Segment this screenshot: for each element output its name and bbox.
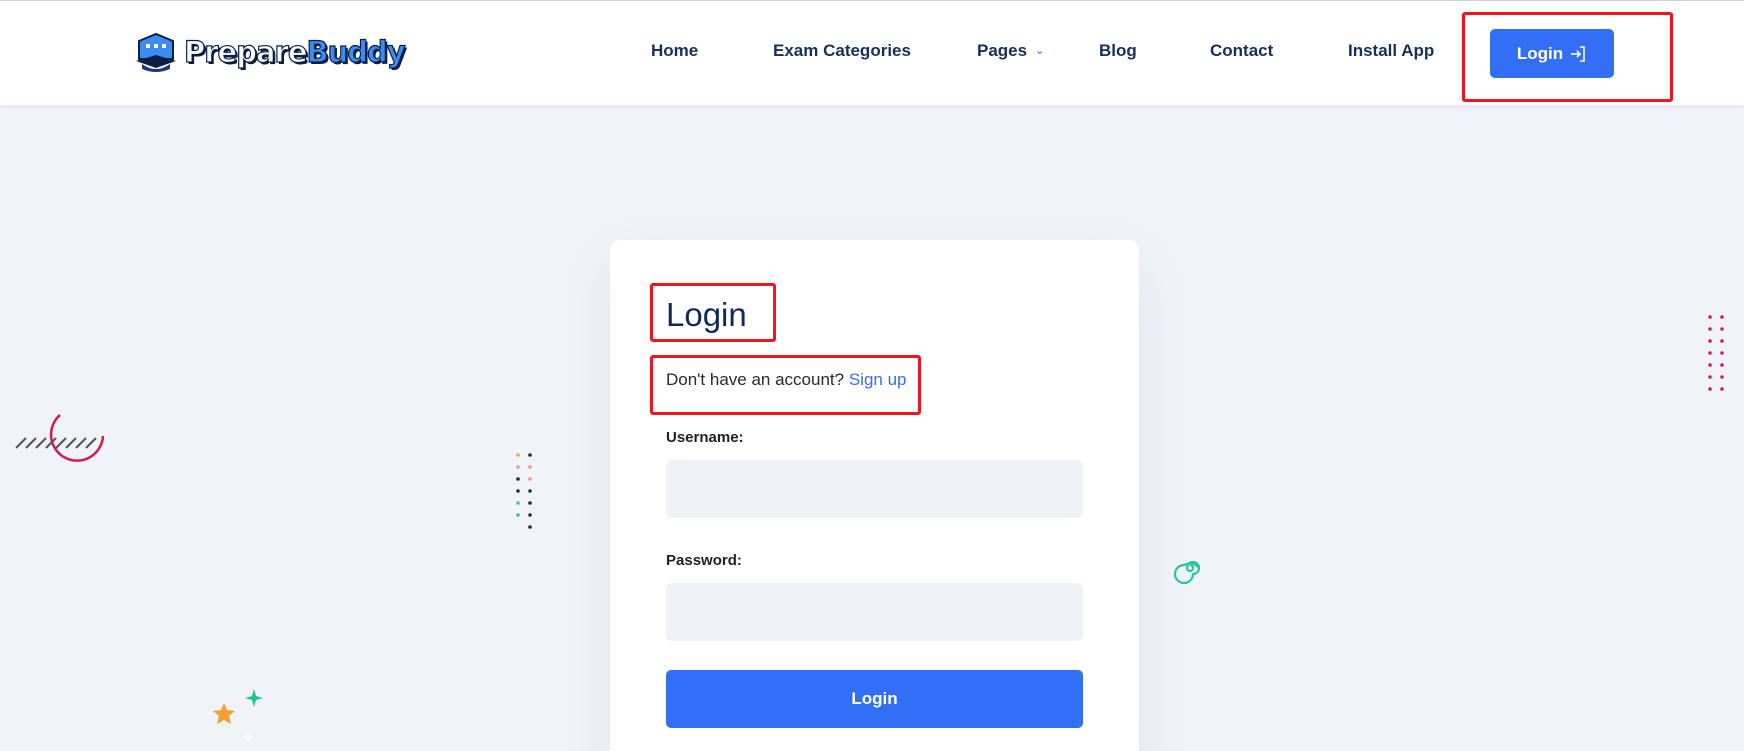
- nav-install-app[interactable]: Install App: [1348, 41, 1434, 61]
- nav-pages[interactable]: Pages ⌄: [977, 41, 1044, 61]
- header-login-label: Login: [1516, 43, 1564, 63]
- logo[interactable]: PrepareBuddy: [134, 31, 406, 73]
- login-arrow-icon: [1571, 45, 1585, 62]
- red-dot-grid-decoration: [1708, 315, 1724, 391]
- hatched-circle-decoration: [15, 414, 105, 462]
- signup-prompt-text: Don't have an account?: [666, 370, 845, 389]
- login-card: Login Don't have an account? Sign up Use…: [610, 240, 1139, 751]
- nav-pages-label: Pages: [977, 41, 1028, 60]
- signup-prompt: Don't have an account? Sign up: [666, 370, 907, 390]
- nav-home[interactable]: Home: [651, 41, 698, 61]
- dot-grid-decoration: [516, 453, 532, 529]
- username-input[interactable]: [666, 460, 1083, 518]
- chevron-down-icon: ⌄: [1035, 45, 1045, 57]
- stars-decoration: [213, 689, 263, 742]
- graduation-building-icon: [136, 32, 176, 72]
- login-submit-button[interactable]: Login: [666, 670, 1083, 728]
- password-label: Password:: [666, 552, 742, 569]
- nav-exam-categories[interactable]: Exam Categories: [773, 41, 911, 61]
- header-login-button[interactable]: Login: [1490, 29, 1614, 78]
- nav-contact[interactable]: Contact: [1210, 41, 1273, 61]
- signup-link[interactable]: Sign up: [849, 370, 907, 389]
- site-header: PrepareBuddy Home Exam Categories Pages ⌄…: [0, 1, 1744, 105]
- logo-text: PrepareBuddy: [183, 34, 406, 69]
- page-title: Login: [666, 296, 747, 333]
- password-input[interactable]: [666, 583, 1083, 641]
- username-label: Username:: [666, 429, 744, 446]
- spiral-decoration: [1173, 560, 1201, 585]
- nav-blog[interactable]: Blog: [1099, 41, 1137, 61]
